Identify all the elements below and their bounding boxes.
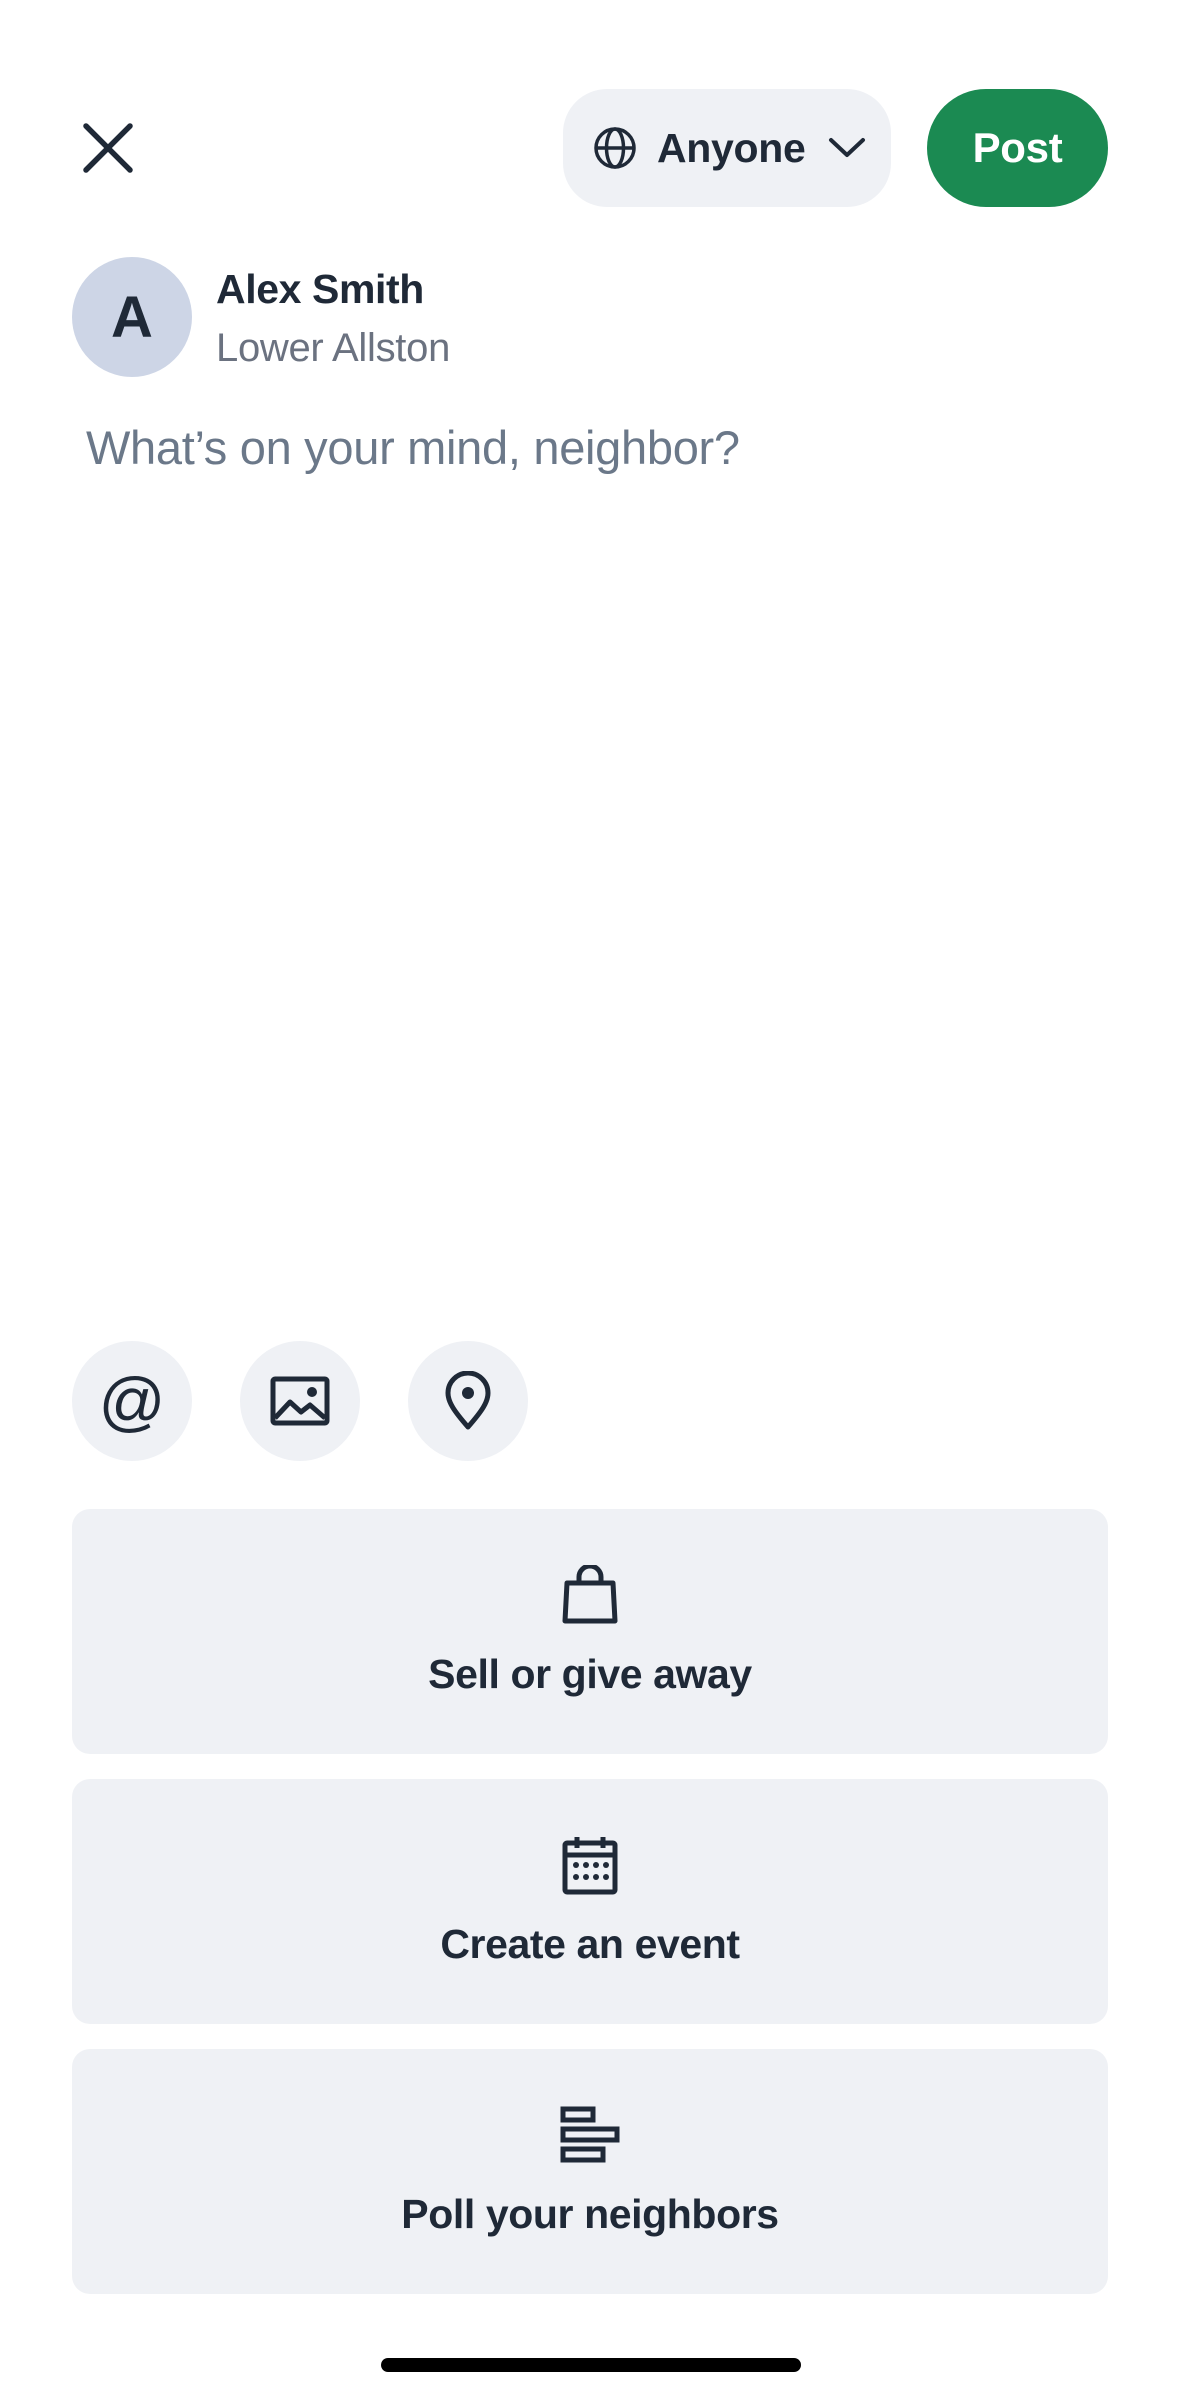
calendar-icon bbox=[562, 1837, 618, 1895]
photo-icon bbox=[270, 1376, 330, 1426]
avatar: A bbox=[72, 257, 192, 377]
sell-or-give-away-label: Sell or give away bbox=[428, 1651, 752, 1697]
author-name: Alex Smith bbox=[216, 266, 424, 312]
audience-label: Anyone bbox=[657, 124, 806, 171]
post-text-input[interactable] bbox=[86, 420, 1086, 920]
globe-icon bbox=[594, 127, 636, 169]
poll-icon bbox=[560, 2106, 620, 2163]
add-location-button[interactable] bbox=[408, 1341, 528, 1461]
create-an-event-card[interactable]: Create an event bbox=[72, 1779, 1108, 2024]
mention-button[interactable]: @ bbox=[72, 1341, 192, 1461]
close-button[interactable] bbox=[68, 108, 148, 188]
poll-your-neighbors-label: Poll your neighbors bbox=[401, 2191, 779, 2237]
sell-or-give-away-card[interactable]: Sell or give away bbox=[72, 1509, 1108, 1754]
home-indicator bbox=[381, 2358, 801, 2372]
location-pin-icon bbox=[445, 1371, 491, 1430]
audience-selector[interactable]: Anyone bbox=[563, 89, 891, 207]
poll-your-neighbors-card[interactable]: Poll your neighbors bbox=[72, 2049, 1108, 2294]
mention-icon: @ bbox=[98, 1364, 166, 1438]
create-an-event-label: Create an event bbox=[440, 1921, 740, 1967]
post-button[interactable]: Post bbox=[927, 89, 1108, 207]
close-icon bbox=[83, 123, 133, 173]
shopping-bag-icon bbox=[562, 1565, 618, 1624]
author-location: Lower Allston bbox=[216, 326, 451, 370]
chevron-down-icon bbox=[828, 138, 865, 157]
add-photo-button[interactable] bbox=[240, 1341, 360, 1461]
